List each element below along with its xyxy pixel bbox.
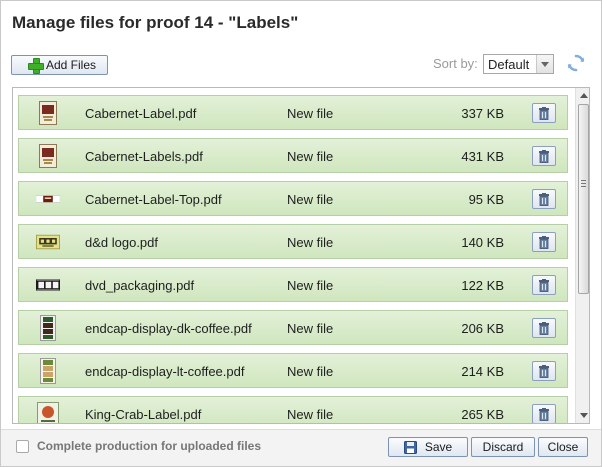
file-name: d&d logo.pdf xyxy=(85,235,159,250)
scrollbar-grip-icon xyxy=(581,180,586,187)
file-row[interactable]: endcap-display-lt-coffee.pdf New file 21… xyxy=(18,353,568,388)
sort-by-value: Default xyxy=(488,56,530,72)
trash-icon xyxy=(539,149,549,163)
film-strip-thumbnail-icon xyxy=(36,273,60,297)
file-status: New file xyxy=(287,321,334,336)
delete-file-button[interactable] xyxy=(532,361,556,381)
wine-label-thumbnail-icon xyxy=(36,101,60,125)
sort-by-select[interactable]: Default xyxy=(483,54,554,74)
wine-label-thumbnail-icon xyxy=(36,144,60,168)
file-status: New file xyxy=(287,235,334,250)
crab-label-thumbnail-icon xyxy=(36,402,60,423)
delete-file-button[interactable] xyxy=(532,103,556,123)
discard-label: Discard xyxy=(482,440,524,454)
file-row[interactable]: Cabernet-Label.pdf New file 337 KB xyxy=(18,95,568,130)
trash-icon xyxy=(539,235,549,249)
file-status: New file xyxy=(287,149,334,164)
delete-file-button[interactable] xyxy=(532,189,556,209)
scrollbar-thumb[interactable] xyxy=(578,104,589,294)
dialog-footer: Complete production for uploaded files S… xyxy=(1,429,601,466)
label-top-thumbnail-icon xyxy=(36,187,60,211)
file-list: Cabernet-Label.pdf New file 337 KB Caber… xyxy=(12,87,590,424)
file-row[interactable]: endcap-display-dk-coffee.pdf New file 20… xyxy=(18,310,568,345)
sort-by-label: Sort by: xyxy=(433,56,478,71)
file-name: dvd_packaging.pdf xyxy=(85,278,195,293)
file-status: New file xyxy=(287,106,334,121)
complete-production-label: Complete production for uploaded files xyxy=(37,439,262,453)
file-row[interactable]: King-Crab-Label.pdf New file 265 KB xyxy=(18,396,568,423)
file-size: 95 KB xyxy=(468,192,504,207)
close-label: Close xyxy=(547,440,579,454)
manage-files-dialog: Manage files for proof 14 - "Labels" Add… xyxy=(0,0,602,467)
add-files-button[interactable]: Add Files xyxy=(11,55,108,75)
discard-button[interactable]: Discard xyxy=(471,437,535,457)
save-label: Save xyxy=(424,440,453,454)
file-row[interactable]: Cabernet-Label-Top.pdf New file 95 KB xyxy=(18,181,568,216)
dialog-title: Manage files for proof 14 - "Labels" xyxy=(12,13,299,32)
refresh-icon[interactable] xyxy=(566,53,586,73)
complete-production-checkbox[interactable] xyxy=(16,440,29,453)
file-status: New file xyxy=(287,278,334,293)
file-name: King-Crab-Label.pdf xyxy=(85,407,202,422)
file-size: 214 KB xyxy=(461,364,504,379)
trash-icon xyxy=(539,278,549,292)
floppy-disk-icon xyxy=(403,440,417,454)
trash-icon xyxy=(539,192,549,206)
trash-icon xyxy=(539,364,549,378)
plus-icon xyxy=(27,57,44,74)
vertical-scrollbar[interactable] xyxy=(575,88,589,423)
file-name: Cabernet-Label.pdf xyxy=(85,106,197,121)
scroll-up-arrow-icon[interactable] xyxy=(576,88,589,103)
chevron-down-icon[interactable] xyxy=(536,55,553,73)
file-status: New file xyxy=(287,407,334,422)
file-size: 265 KB xyxy=(461,407,504,422)
file-size: 431 KB xyxy=(461,149,504,164)
file-size: 337 KB xyxy=(461,106,504,121)
trash-icon xyxy=(539,106,549,120)
delete-file-button[interactable] xyxy=(532,318,556,338)
display-stand-thumbnail-icon xyxy=(36,358,60,384)
file-name: endcap-display-dk-coffee.pdf xyxy=(85,321,252,336)
file-size: 206 KB xyxy=(461,321,504,336)
trash-icon xyxy=(539,407,549,421)
file-name: Cabernet-Label-Top.pdf xyxy=(85,192,222,207)
delete-file-button[interactable] xyxy=(532,275,556,295)
trash-icon xyxy=(539,321,549,335)
file-name: Cabernet-Labels.pdf xyxy=(85,149,203,164)
delete-file-button[interactable] xyxy=(532,404,556,423)
file-status: New file xyxy=(287,192,334,207)
file-size: 122 KB xyxy=(461,278,504,293)
delete-file-button[interactable] xyxy=(532,146,556,166)
file-status: New file xyxy=(287,364,334,379)
file-size: 140 KB xyxy=(461,235,504,250)
close-button[interactable]: Close xyxy=(538,437,588,457)
save-button[interactable]: Save xyxy=(388,437,468,457)
file-name: endcap-display-lt-coffee.pdf xyxy=(85,364,245,379)
add-files-label: Add Files xyxy=(46,58,97,72)
scroll-down-arrow-icon[interactable] xyxy=(576,408,589,423)
file-row[interactable]: Cabernet-Labels.pdf New file 431 KB xyxy=(18,138,568,173)
display-stand-thumbnail-icon xyxy=(36,315,60,341)
file-row[interactable]: d&d logo.pdf New file 140 KB xyxy=(18,224,568,259)
delete-file-button[interactable] xyxy=(532,232,556,252)
logo-thumbnail-icon xyxy=(36,230,60,254)
file-row[interactable]: dvd_packaging.pdf New file 122 KB xyxy=(18,267,568,302)
